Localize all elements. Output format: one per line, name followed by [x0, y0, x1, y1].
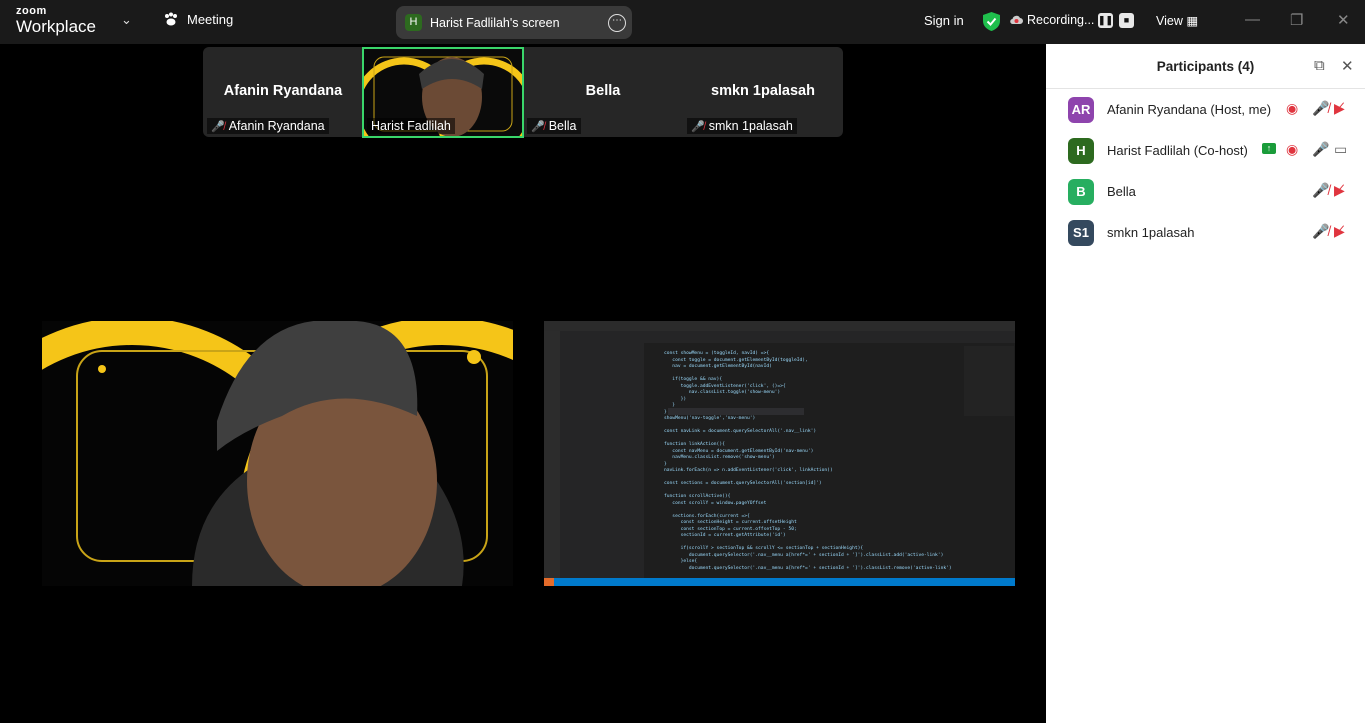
avatar: H [1068, 138, 1094, 164]
recording-eye-icon: ◉ [1286, 141, 1299, 157]
logo-bottom: Workplace [16, 17, 96, 36]
participant-tile[interactable]: Bella 🎤̸ Bella [523, 47, 683, 137]
active-speaker-tile[interactable]: Harist Fadlilah [362, 47, 524, 138]
video-off-icon[interactable]: ▶̸ [1334, 223, 1345, 240]
close-panel-icon[interactable]: ✕ [1341, 57, 1354, 75]
view-menu[interactable]: View ▦ [1156, 13, 1198, 28]
logo-top: zoom [16, 5, 47, 17]
participant-row[interactable]: AR Afanin Ryandana (Host, me) ◉ 🎤̸ ▶̸ [1046, 90, 1365, 130]
participant-tile[interactable]: Afanin Ryandana 🎤̸ Afanin Ryandana [203, 47, 363, 137]
video-off-icon[interactable]: ▶̸ [1334, 100, 1345, 117]
stop-recording-button[interactable]: ■ [1119, 13, 1134, 28]
pop-out-icon[interactable]: ⧉ [1314, 57, 1325, 74]
code-line: document.querySelector('.nav__menu a[hre… [664, 552, 944, 558]
participant-name: smkn 1palasah [1107, 225, 1195, 240]
video-icon[interactable]: ▭ [1334, 141, 1347, 158]
share-label: Harist Fadlilah's screen [430, 15, 560, 30]
tile-label: 🎤̸ Afanin Ryandana [207, 118, 329, 134]
cloud-record-icon [1010, 15, 1023, 25]
tile-name: Afanin Ryandana [223, 83, 343, 99]
tile-label: 🎤̸ smkn 1palasah [687, 118, 797, 134]
participant-name: Bella [1107, 184, 1136, 199]
view-label: View [1156, 14, 1183, 28]
panel-header: Participants (4) ⧉ ✕ [1046, 44, 1365, 89]
meeting-toolbar [0, 712, 1046, 723]
zoom-logo: zoom Workplace [16, 5, 96, 36]
tile-label: 🎤̸ Bella [527, 118, 581, 134]
avatar: AR [1068, 97, 1094, 123]
screen-share-pill[interactable]: H Harist Fadlilah's screen ⋯ [396, 6, 632, 39]
meeting-menu[interactable]: Meeting [163, 12, 233, 27]
recording-indicator[interactable]: Recording... [1010, 13, 1094, 27]
participant-row[interactable]: H Harist Fadlilah (Co-host) ↑ ◉ 🎤 ▭ [1046, 131, 1365, 171]
recording-eye-icon: ◉ [1286, 100, 1299, 116]
mic-muted-icon: 🎤̸ [211, 120, 225, 133]
pause-recording-button[interactable]: ❚❚ [1098, 13, 1113, 28]
tile-label-text: Harist Fadlilah [367, 118, 455, 134]
participant-tile[interactable]: smkn 1palasah 🎤̸ smkn 1palasah [683, 47, 843, 137]
tile-name: Bella [585, 83, 621, 99]
minimize-icon[interactable]: — [1245, 11, 1260, 28]
recording-label: Recording... [1027, 13, 1095, 27]
more-icon[interactable]: ⋯ [608, 14, 626, 32]
avatar: S1 [1068, 220, 1094, 246]
camera-feed [42, 321, 513, 586]
close-window-icon[interactable]: ✕ [1337, 11, 1350, 29]
sharing-icon: ↑ [1262, 143, 1276, 154]
shield-check-icon[interactable] [983, 12, 1000, 31]
sign-in-link[interactable]: Sign in [924, 13, 964, 28]
mic-icon[interactable]: 🎤 [1312, 141, 1329, 158]
code-line: document.querySelector('.nav__menu a[hre… [664, 565, 952, 571]
participant-name: Harist Fadlilah (Co-host) [1107, 143, 1248, 158]
tile-name: smkn 1palasah [711, 83, 815, 99]
video-off-icon[interactable]: ▶̸ [1334, 182, 1345, 199]
mic-muted-icon[interactable]: 🎤̸ [1312, 223, 1329, 240]
mic-muted-icon[interactable]: 🎤̸ [1312, 182, 1329, 199]
participant-row[interactable]: B Bella 🎤̸ ▶̸ [1046, 172, 1365, 212]
restore-icon[interactable]: ❐ [1290, 11, 1303, 29]
tile-label-text: smkn 1palasah [708, 119, 793, 133]
tile-label-text: Afanin Ryandana [228, 119, 325, 133]
title-bar: zoom Workplace ⌄ Meeting H Harist Fadlil… [0, 0, 1365, 44]
participant-video[interactable] [42, 321, 513, 586]
code-editor: const showMenu = (toggleId, navId) =>{ c… [664, 351, 952, 572]
grid-icon: ▦ [1186, 14, 1199, 28]
mic-muted-icon[interactable]: 🎤̸ [1312, 100, 1329, 117]
participant-row[interactable]: S1 smkn 1palasah 🎤̸ ▶̸ [1046, 213, 1365, 253]
participant-name: Afanin Ryandana (Host, me) [1107, 102, 1272, 117]
paw-icon [165, 12, 177, 26]
shared-screen[interactable]: const showMenu = (toggleId, navId) =>{ c… [544, 321, 1015, 586]
sharer-avatar: H [405, 14, 422, 31]
chevron-down-icon[interactable]: ⌄ [121, 12, 132, 28]
participants-panel: Participants (4) ⧉ ✕ AR Afanin Ryandana … [1046, 44, 1365, 723]
meeting-label: Meeting [187, 12, 234, 27]
avatar: B [1068, 179, 1094, 205]
mic-muted-icon: 🎤̸ [691, 120, 705, 133]
tile-label-text: Bella [548, 119, 577, 133]
mic-muted-icon: 🎤̸ [531, 120, 545, 133]
